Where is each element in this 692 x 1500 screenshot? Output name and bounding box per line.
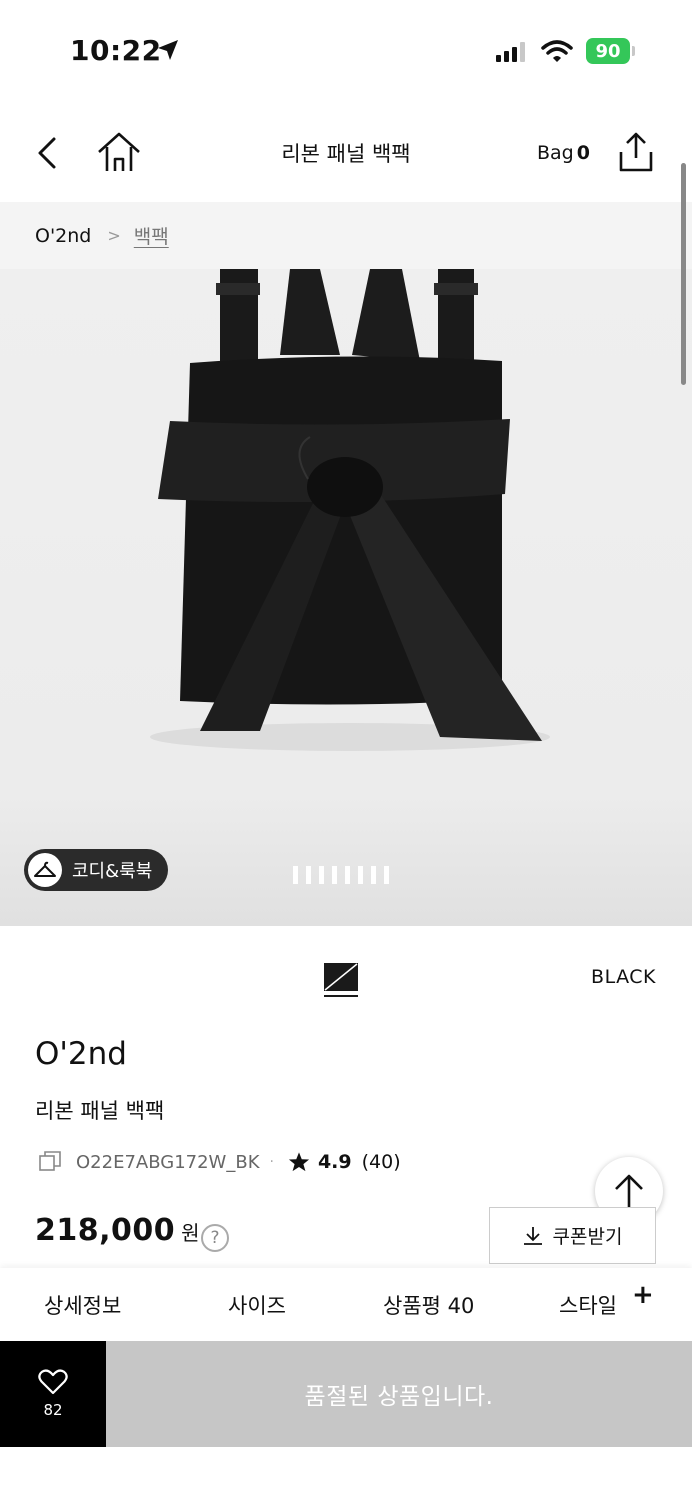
star-icon bbox=[288, 1152, 310, 1172]
bag-button[interactable]: Bag 0 bbox=[537, 142, 590, 164]
status-bar: 10:22 90 bbox=[0, 0, 692, 100]
codi-lookbook-label: 코디&룩북 bbox=[72, 861, 153, 882]
tab-reviews[interactable]: 상품평 40 bbox=[383, 1290, 474, 1320]
battery-cap bbox=[632, 46, 635, 56]
tab-style-plus: + bbox=[632, 1280, 654, 1310]
heart-icon bbox=[38, 1369, 68, 1395]
gallery-page-dot bbox=[371, 866, 376, 884]
scrollbar[interactable] bbox=[681, 163, 686, 385]
gallery-page-dot bbox=[345, 866, 350, 884]
gallery-page-dot bbox=[384, 866, 389, 884]
product-photo bbox=[150, 269, 550, 751]
bottom-action-bar: 82 품절된 상품입니다. bbox=[0, 1341, 692, 1447]
breadcrumb: O'2nd > 백팩 bbox=[0, 202, 692, 269]
codi-lookbook-button[interactable]: 코디&룩북 bbox=[24, 849, 169, 891]
product-sku: O22E7ABG172W_BK bbox=[76, 1151, 260, 1173]
product-brand[interactable]: O'2nd bbox=[35, 1036, 127, 1072]
breadcrumb-category[interactable]: 백팩 bbox=[134, 222, 169, 249]
battery-level: 90 bbox=[586, 38, 630, 64]
color-selector: BLACK bbox=[0, 926, 692, 1021]
gallery-page-indicator bbox=[293, 866, 389, 884]
rating-value: 4.9 bbox=[317, 1151, 352, 1173]
price-help-button[interactable]: ? bbox=[201, 1224, 229, 1252]
wishlist-button[interactable]: 82 bbox=[0, 1341, 106, 1447]
color-name: BLACK bbox=[591, 966, 656, 988]
gallery-page-dot bbox=[358, 866, 363, 884]
hanger-icon bbox=[28, 853, 62, 887]
breadcrumb-separator: > bbox=[107, 226, 121, 245]
breadcrumb-brand[interactable]: O'2nd bbox=[35, 225, 91, 247]
bag-count: 0 bbox=[576, 142, 590, 164]
bag-label: Bag bbox=[537, 142, 574, 164]
wifi-icon bbox=[541, 40, 573, 62]
share-icon[interactable] bbox=[614, 130, 658, 174]
price-currency: 원 bbox=[181, 1221, 200, 1245]
soldout-button: 품절된 상품입니다. bbox=[106, 1341, 692, 1447]
detail-tab-bar: 상세정보 사이즈 상품평 40 스타일 + bbox=[0, 1268, 692, 1341]
download-icon bbox=[523, 1226, 542, 1245]
color-swatch-black[interactable] bbox=[323, 962, 359, 998]
gallery-page-dot bbox=[293, 866, 298, 884]
price-row: 218,000 원 bbox=[35, 1213, 200, 1248]
gallery-page-dot bbox=[332, 866, 337, 884]
sku-rating-row: O22E7ABG172W_BK · 4.9 (40) bbox=[38, 1150, 401, 1174]
status-time: 10:22 bbox=[70, 34, 162, 67]
tab-details[interactable]: 상세정보 bbox=[44, 1290, 121, 1320]
arrow-up-icon bbox=[615, 1174, 643, 1207]
wishlist-count: 82 bbox=[43, 1401, 63, 1419]
location-arrow-icon bbox=[158, 40, 178, 60]
coupon-label: 쿠폰받기 bbox=[552, 1226, 623, 1248]
product-price: 218,000 bbox=[35, 1213, 176, 1248]
tab-size[interactable]: 사이즈 bbox=[228, 1290, 286, 1320]
tab-style[interactable]: 스타일 bbox=[559, 1290, 617, 1320]
sku-separator: · bbox=[269, 1154, 274, 1170]
review-count[interactable]: (40) bbox=[362, 1151, 401, 1173]
nav-header: 리본 패널 백팩 Bag 0 bbox=[0, 100, 692, 202]
gallery-page-dot bbox=[319, 866, 324, 884]
product-image-gallery[interactable]: 코디&룩북 bbox=[0, 269, 692, 926]
copy-icon[interactable] bbox=[38, 1150, 62, 1174]
coupon-button[interactable]: 쿠폰받기 bbox=[489, 1207, 656, 1264]
gallery-page-dot bbox=[306, 866, 311, 884]
cellular-signal-icon bbox=[496, 42, 525, 62]
product-name: 리본 패널 백팩 bbox=[35, 1099, 165, 1123]
